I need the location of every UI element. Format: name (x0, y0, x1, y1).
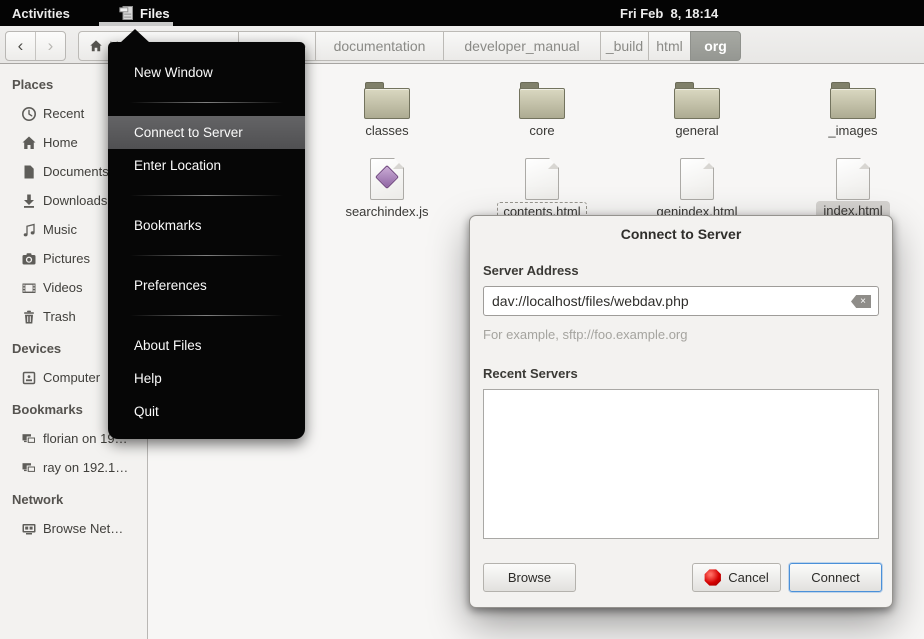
menu-separator (130, 315, 283, 316)
recent-icon (21, 106, 37, 122)
file-tile-contents[interactable]: contents.html (477, 158, 607, 222)
example-hint-text: For example, sftp://foo.example.org (483, 327, 687, 342)
dialog-title: Connect to Server (470, 226, 892, 242)
remote-computer-icon (21, 431, 37, 447)
menu-item-connect-to-server[interactable]: Connect to Server (108, 116, 305, 149)
sidebar-item-label: Documents (43, 164, 109, 179)
sidebar-item-label: Music (43, 222, 77, 237)
music-icon (21, 222, 37, 238)
folder-icon (519, 82, 565, 119)
app-menu-label: Files (140, 6, 170, 21)
sidebar-item-label: Recent (43, 106, 84, 121)
html-file-icon (525, 158, 559, 200)
file-tile-index-selected[interactable]: index.html (788, 158, 918, 221)
browse-button[interactable]: Browse (483, 563, 576, 592)
menu-item-about-files[interactable]: About Files (108, 329, 305, 362)
downloads-icon (21, 193, 37, 209)
home-icon (21, 135, 37, 151)
breadcrumb-item-documentation[interactable]: documentation (315, 31, 444, 61)
menu-item-preferences[interactable]: Preferences (108, 269, 305, 302)
connect-button-label: Connect (811, 570, 859, 585)
menu-separator (130, 102, 283, 103)
sidebar-item-ray-server[interactable]: ray on 192.1… (0, 453, 147, 482)
script-file-icon (370, 158, 404, 200)
pictures-icon (21, 251, 37, 267)
browse-button-label: Browse (508, 570, 551, 585)
sidebar-item-label: Computer (43, 370, 100, 385)
menu-item-help[interactable]: Help (108, 362, 305, 395)
html-file-icon (836, 158, 870, 200)
menu-item-new-window[interactable]: New Window (108, 56, 305, 89)
file-label: classes (365, 123, 408, 139)
connect-button[interactable]: Connect (789, 563, 882, 592)
sidebar-item-browse-network[interactable]: Browse Net… (0, 514, 147, 543)
recent-servers-list[interactable] (483, 389, 879, 539)
html-file-icon (680, 158, 714, 200)
history-nav-group: ‹ › (5, 31, 66, 61)
documents-icon (21, 164, 37, 180)
server-address-label: Server Address (483, 263, 579, 278)
sidebar-item-label: ray on 192.1… (43, 460, 128, 475)
menu-item-quit[interactable]: Quit (108, 395, 305, 428)
network-icon (21, 521, 37, 537)
breadcrumb-item-html[interactable]: html (648, 31, 691, 61)
folder-icon (674, 82, 720, 119)
file-tile-searchindex[interactable]: searchindex.js (322, 158, 452, 220)
computer-icon (21, 370, 37, 386)
menu-separator (130, 255, 283, 256)
cancel-button[interactable]: Cancel (692, 563, 781, 592)
file-label: searchindex.js (345, 204, 428, 220)
forward-button[interactable]: › (35, 32, 65, 60)
cancel-button-label: Cancel (728, 570, 768, 585)
sidebar-item-label: Videos (43, 280, 83, 295)
breadcrumb-item-org-current[interactable]: org (690, 31, 741, 61)
menu-item-enter-location[interactable]: Enter Location (108, 149, 305, 182)
folder-icon (364, 82, 410, 119)
file-label: core (529, 123, 554, 139)
top-bar: Activities Files Fri Feb 8, 18:14 (0, 0, 924, 26)
sidebar-item-label: Downloads (43, 193, 107, 208)
back-button[interactable]: ‹ (6, 32, 35, 60)
file-tile-general[interactable]: general (632, 82, 762, 139)
clock[interactable]: Fri Feb 8, 18:14 (620, 0, 718, 26)
menu-arrow (120, 29, 150, 43)
folder-icon (830, 82, 876, 119)
breadcrumb-item-developer-manual[interactable]: developer_manual (443, 31, 601, 61)
menu-separator (130, 195, 283, 196)
files-app-icon (119, 5, 135, 21)
file-label: general (675, 123, 718, 139)
file-label: _images (828, 123, 877, 139)
app-menu-popup: New Window Connect to Server Enter Locat… (108, 42, 305, 439)
file-tile-classes[interactable]: classes (322, 82, 452, 139)
stop-icon (704, 569, 721, 586)
videos-icon (21, 280, 37, 296)
menu-item-bookmarks[interactable]: Bookmarks (108, 209, 305, 242)
home-icon (89, 39, 103, 53)
file-tile-core[interactable]: core (477, 82, 607, 139)
server-address-input[interactable] (483, 286, 879, 316)
app-menu-button[interactable]: Files (119, 0, 170, 26)
sidebar-item-label: Pictures (43, 251, 90, 266)
sidebar-item-label: Trash (43, 309, 76, 324)
trash-icon (21, 309, 37, 325)
file-tile-images[interactable]: _images (788, 82, 918, 139)
connect-to-server-dialog: Connect to Server Server Address × For e… (469, 215, 893, 608)
sidebar-item-label: Home (43, 135, 78, 150)
breadcrumb-item-build[interactable]: _build (600, 31, 649, 61)
recent-servers-label: Recent Servers (483, 366, 578, 381)
file-tile-genindex[interactable]: genindex.html (632, 158, 762, 220)
sidebar-header-network: Network (0, 485, 147, 514)
sidebar-item-label: Browse Net… (43, 521, 123, 536)
remote-computer-icon (21, 460, 37, 476)
activities-button[interactable]: Activities (12, 0, 70, 26)
